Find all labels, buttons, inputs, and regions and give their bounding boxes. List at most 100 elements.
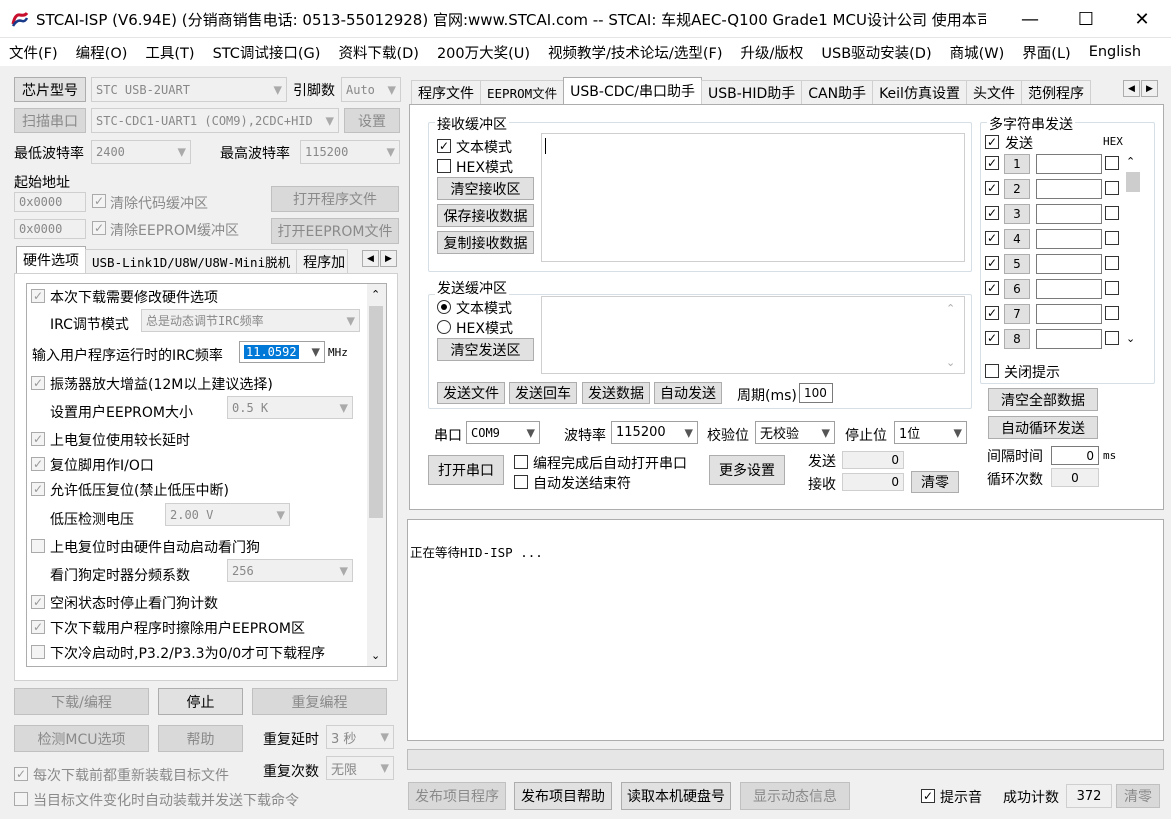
low-voltage-reset-checkbox[interactable]: ✓ [31,482,45,496]
download-program-button[interactable]: 下载/编程 [14,688,149,715]
open-port-button[interactable]: 打开串口 [428,455,504,485]
multi-row-send-button[interactable]: 4 [1004,229,1030,249]
tab-scroll-right-icon[interactable]: ▶ [380,250,397,267]
menu-video[interactable]: 视频教学/技术论坛/选型(F) [539,42,731,63]
multi-row-input[interactable] [1036,154,1102,174]
multi-row-send-button[interactable]: 1 [1004,154,1030,174]
interval-input[interactable]: 0 [1051,446,1099,465]
lvd-select[interactable]: 2.00 V ▼ [165,503,290,526]
send-file-button[interactable]: 发送文件 [437,382,505,404]
publish-program-button[interactable]: 发布项目程序 [408,782,506,810]
multi-row-checkbox[interactable]: ✓ [985,331,999,345]
close-tip-checkbox[interactable] [985,364,999,378]
multi-row-checkbox[interactable]: ✓ [985,231,999,245]
tab-keil[interactable]: Keil仿真设置 [872,80,967,104]
multi-row-input[interactable] [1036,179,1102,199]
menu-shop[interactable]: 商城(W) [941,42,1014,63]
multi-row-hex-checkbox[interactable] [1105,331,1119,345]
maximize-button[interactable]: ☐ [1058,0,1114,38]
recv-text-mode-checkbox[interactable]: ✓ [437,139,451,153]
minimize-button[interactable]: — [1002,0,1058,38]
multi-row-checkbox[interactable]: ✓ [985,306,999,320]
right-tab-scroll-left-icon[interactable]: ◀ [1123,80,1140,97]
auto-send-button[interactable]: 自动发送 [654,382,722,404]
clear-code-checkbox[interactable]: ✓ [92,194,106,208]
multi-row-hex-checkbox[interactable] [1105,231,1119,245]
menu-prize[interactable]: 200万大奖(U) [428,42,539,63]
clear-eeprom-checkbox[interactable]: ✓ [92,221,106,235]
multi-row-input[interactable] [1036,229,1102,249]
send-enter-button[interactable]: 发送回车 [509,382,577,404]
copy-receive-button[interactable]: 复制接收数据 [437,231,534,254]
multi-row-hex-checkbox[interactable] [1105,181,1119,195]
multi-row-input[interactable] [1036,254,1102,274]
modify-hw-checkbox[interactable]: ✓ [31,289,45,303]
receive-textarea[interactable] [541,133,965,262]
erase-eeprom-checkbox[interactable]: ✓ [31,620,45,634]
send-data-button[interactable]: 发送数据 [582,382,650,404]
menu-tools[interactable]: 工具(T) [136,42,203,63]
irc-freq-select[interactable]: 11.0592 ▼ [239,341,325,363]
scroll-down-icon[interactable]: ⌄ [371,649,380,662]
reload-file-checkbox[interactable]: ✓ [14,767,28,781]
clear-receive-button[interactable]: 清空接收区 [437,177,534,200]
sound-checkbox[interactable]: ✓ [921,789,935,803]
period-input[interactable]: 100 [799,383,833,403]
clear-send-button[interactable]: 清空发送区 [437,338,534,361]
multi-row-send-button[interactable]: 5 [1004,254,1030,274]
max-baud-select[interactable]: 115200 ▼ [300,140,400,164]
menu-usb-driver[interactable]: USB驱动安装(D) [812,42,940,63]
multi-row-input[interactable] [1036,329,1102,349]
tab-hardware-options[interactable]: 硬件选项 [16,246,86,273]
scroll-up-icon[interactable]: ⌃ [371,288,380,301]
tab-examples[interactable]: 范例程序 [1020,80,1091,104]
repeat-delay-select[interactable]: 3 秒 ▼ [326,725,394,749]
osc-gain-checkbox[interactable]: ✓ [31,376,45,390]
multi-row-hex-checkbox[interactable] [1105,256,1119,270]
menu-program[interactable]: 编程(O) [67,42,137,63]
tab-can[interactable]: CAN助手 [801,80,874,104]
multi-row-hex-checkbox[interactable] [1105,206,1119,220]
recv-hex-mode-checkbox[interactable] [437,159,451,173]
repeat-count-select[interactable]: 无限 ▼ [326,756,394,780]
clear-success-button[interactable]: 清零 [1116,784,1160,808]
reset-io-checkbox[interactable]: ✓ [31,457,45,471]
open-program-file-button[interactable]: 打开程序文件 [271,186,399,212]
multi-scroll-down-icon[interactable]: ⌄ [1126,332,1135,345]
wdt-select[interactable]: 256 ▼ [227,559,353,582]
multi-row-checkbox[interactable]: ✓ [985,181,999,195]
auto-load-checkbox[interactable] [14,792,28,806]
help-button[interactable]: 帮助 [158,725,243,752]
clear-count-button[interactable]: 清零 [911,471,959,493]
eeprom-address-input[interactable]: 0x0000 [14,219,86,239]
multi-scroll-up-icon[interactable]: ⌃ [1126,155,1135,168]
read-disk-id-button[interactable]: 读取本机硬盘号 [621,782,731,810]
send-textarea[interactable] [541,296,965,374]
multi-row-send-button[interactable]: 7 [1004,304,1030,324]
eeprom-size-select[interactable]: 0.5 K ▼ [227,396,353,419]
multi-row-input[interactable] [1036,304,1102,324]
menu-english[interactable]: English [1080,44,1150,60]
baud-rate-select[interactable]: 115200 ▼ [611,421,698,444]
multi-row-hex-checkbox[interactable] [1105,306,1119,320]
tab-header-file[interactable]: 头文件 [965,80,1022,104]
open-eeprom-file-button[interactable]: 打开EEPROM文件 [271,218,399,244]
auto-open-port-checkbox[interactable] [514,455,528,469]
repeat-program-button[interactable]: 重复编程 [252,688,387,715]
send-scroll-up-icon[interactable]: ⌃ [946,302,955,315]
menu-debug[interactable]: STC调试接口(G) [204,42,330,63]
long-delay-checkbox[interactable]: ✓ [31,432,45,446]
send-hex-mode-radio[interactable] [437,320,451,334]
port-select[interactable]: STC-CDC1-UART1 (COM9),2CDC+HID ▼ [91,108,339,133]
show-dynamic-info-button[interactable]: 显示动态信息 [740,782,850,810]
multi-row-send-button[interactable]: 2 [1004,179,1030,199]
multi-row-checkbox[interactable]: ✓ [985,206,999,220]
menu-file[interactable]: 文件(F) [0,42,67,63]
publish-help-button[interactable]: 发布项目帮助 [514,782,612,810]
multi-row-send-button[interactable]: 6 [1004,279,1030,299]
port-settings-button[interactable]: 设置 [344,108,400,133]
stop-bits-select[interactable]: 1位 ▼ [894,421,967,444]
auto-end-checkbox[interactable] [514,475,528,489]
tab-usb-hid[interactable]: USB-HID助手 [701,80,803,104]
tab-usb-link[interactable]: USB-Link1D/U8W/U8W-Mini脱机 [85,249,298,273]
